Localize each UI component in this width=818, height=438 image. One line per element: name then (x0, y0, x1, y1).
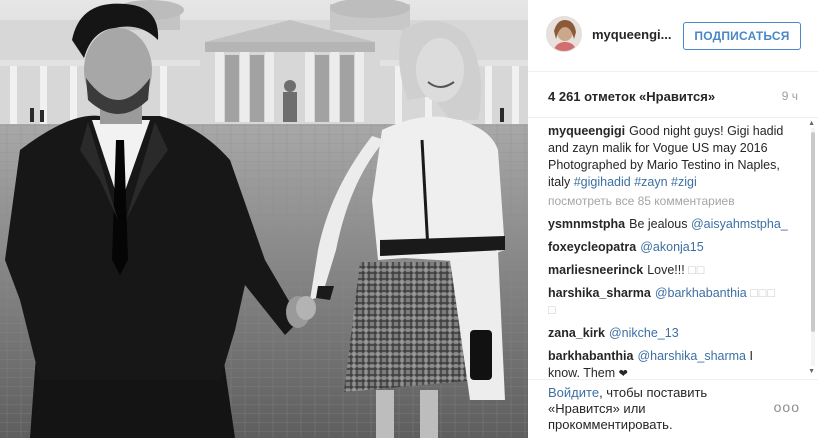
hashtag-link[interactable]: #zigi (671, 175, 697, 189)
scroll-down-arrow-icon[interactable]: ▼ (808, 368, 815, 375)
follow-button[interactable]: ПОДПИСАТЬСЯ (683, 22, 801, 50)
post-sidebar: myqueengi... ПОДПИСАТЬСЯ 4 261 отметок «… (528, 0, 818, 438)
comments-inner: myqueengigi Good night guys! Gigi hadid a… (548, 123, 788, 380)
comment-mention[interactable]: @nikche_13 (609, 326, 679, 340)
missing-glyph: □ (548, 303, 557, 317)
comment-username[interactable]: harshika_sharma (548, 286, 651, 300)
comment-username[interactable]: foxeycleopatra (548, 240, 636, 254)
profile-avatar[interactable] (546, 16, 582, 52)
post-time[interactable]: 9 ч (782, 89, 798, 103)
comment-mention[interactable]: @akonja15 (640, 240, 703, 254)
heart-emoji: ❤ (618, 368, 628, 380)
comment-text: Love!!! (647, 263, 685, 277)
login-prompt: Войдите, чтобы поставить «Нравится» или … (548, 385, 748, 433)
likes-count[interactable]: 4 261 отметок «Нравится» (548, 89, 715, 104)
comment-mention[interactable]: @barkhabanthia (655, 286, 747, 300)
missing-glyph: □□□ (750, 286, 776, 300)
comment-mention[interactable]: @harshika_sharma (637, 349, 746, 363)
comment-text: Be jealous (629, 217, 688, 231)
comment-item: zana_kirk @nikche_13 (548, 325, 788, 342)
view-all-comments-link[interactable]: посмотреть все 85 комментариев (548, 193, 788, 210)
post-photo[interactable] (0, 0, 528, 438)
comment-item: marliesneerinck Love!!! □□ (548, 262, 788, 279)
more-options-icon[interactable]: ooo (774, 399, 800, 415)
login-link[interactable]: Войдите (548, 385, 599, 400)
missing-glyph: □□ (688, 263, 706, 277)
comment-username[interactable]: marliesneerinck (548, 263, 643, 277)
comment-item: ysmnmstpha Be jealous @aisyahmstpha_ (548, 216, 788, 233)
likes-row: 4 261 отметок «Нравится» 9 ч (528, 72, 818, 118)
photo-illustration (0, 0, 528, 438)
comment-username[interactable]: ysmnmstpha (548, 217, 625, 231)
post-caption: myqueengigi Good night guys! Gigi hadid a… (548, 123, 788, 191)
post-username[interactable]: myqueengi... (592, 27, 671, 42)
hashtag-link[interactable]: #gigihadid (574, 175, 631, 189)
comments-scrollbar-thumb[interactable] (811, 132, 815, 332)
comment-item: harshika_sharma @barkhabanthia □□□ □ (548, 285, 788, 319)
comments-list[interactable]: myqueengigi Good night guys! Gigi hadid a… (528, 118, 818, 380)
comment-mention[interactable]: @aisyahmstpha_ (691, 217, 788, 231)
comment-item: foxeycleopatra @akonja15 (548, 239, 788, 256)
avatar-image (547, 17, 581, 51)
hashtag-link[interactable]: #zayn (634, 175, 667, 189)
caption-username[interactable]: myqueengigi (548, 124, 625, 138)
post-header: myqueengi... ПОДПИСАТЬСЯ (528, 0, 818, 72)
scroll-up-arrow-icon[interactable]: ▲ (808, 120, 815, 127)
comment-username[interactable]: barkhabanthia (548, 349, 633, 363)
comment-item: barkhabanthia @harshika_sharma I know. Th… (548, 348, 788, 380)
login-footer: Войдите, чтобы поставить «Нравится» или … (528, 381, 818, 438)
comment-username[interactable]: zana_kirk (548, 326, 605, 340)
